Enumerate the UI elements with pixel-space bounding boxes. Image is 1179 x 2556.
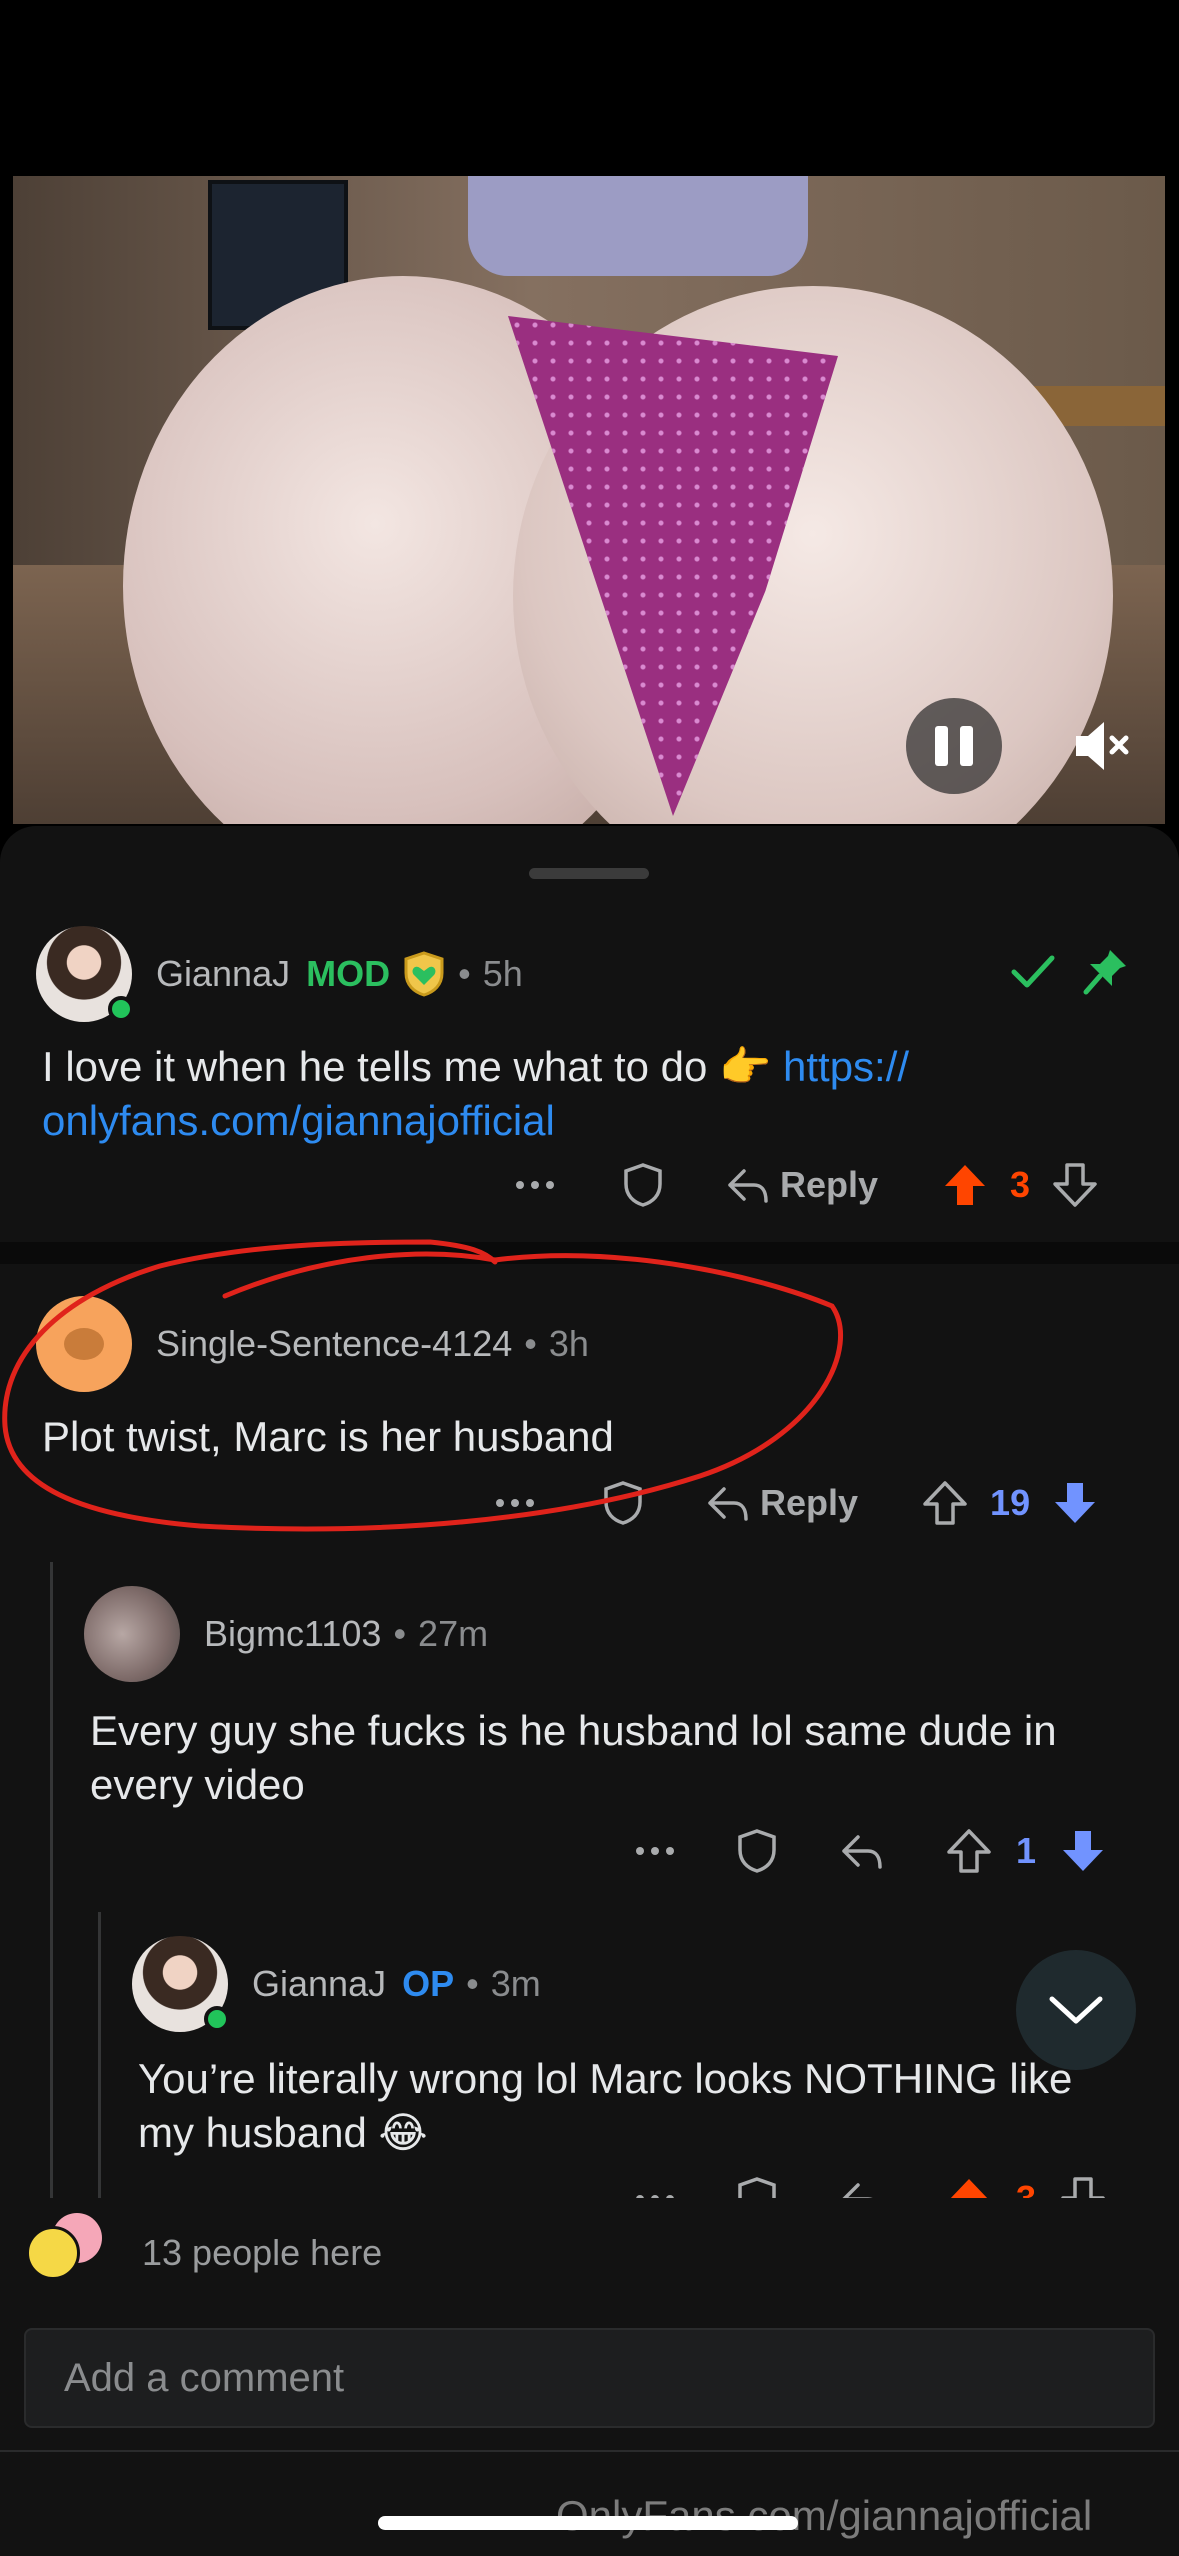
timestamp: 3h (548, 1323, 589, 1364)
scroll-down-button[interactable] (1016, 1950, 1136, 2070)
ellipsis-icon (636, 2195, 674, 2198)
mod-tools-button[interactable] (602, 1480, 644, 1526)
vote-score: 3 (1010, 1164, 1031, 1205)
shield-icon (738, 2177, 776, 2198)
more-options-button[interactable] (630, 1846, 680, 1856)
comment-divider (0, 1242, 1179, 1264)
ellipsis-icon (496, 1499, 534, 1507)
snoo-avatar-icon (26, 2226, 80, 2280)
reply-arrow-icon (728, 1169, 768, 1203)
ellipsis-icon (516, 1181, 554, 1189)
downvote-button[interactable] (1052, 1162, 1098, 1208)
comment-input[interactable] (64, 2355, 1153, 2401)
presence-count: 13 people here (142, 2232, 383, 2273)
reply-arrow-icon (842, 1835, 882, 1869)
upvote-arrow-icon (950, 2179, 988, 2198)
timestamp: 3m (490, 1963, 541, 2004)
vote-score: 3 (1016, 2178, 1036, 2198)
mod-tools-button[interactable] (736, 2176, 778, 2198)
drag-handle[interactable] (529, 868, 649, 879)
downvote-button[interactable] (1052, 1480, 1098, 1526)
more-options-button[interactable] (490, 1498, 540, 1508)
reply-button[interactable] (840, 2179, 884, 2198)
reply-button[interactable]: Reply (706, 1482, 858, 1524)
avatar[interactable] (132, 1936, 230, 2032)
video-frame-garment-top (468, 176, 808, 276)
downvote-arrow-icon (1063, 1831, 1104, 1871)
separator: • (393, 1613, 407, 1654)
comment-composer[interactable] (24, 2328, 1155, 2428)
upvote-button[interactable] (942, 1162, 988, 1208)
reply-button[interactable] (840, 1831, 884, 1871)
checkmark-icon (1011, 955, 1055, 988)
timestamp: 5h (482, 953, 523, 994)
vote-score: 19 (990, 1482, 1031, 1523)
upvote-arrow-icon (947, 1829, 991, 1873)
avatar[interactable] (36, 926, 134, 1022)
vote-score: 1 (1016, 1830, 1037, 1871)
online-status-icon (108, 996, 134, 1022)
comment-list[interactable]: GiannaJ MOD • 5h I love it when he tells… (0, 926, 1179, 2198)
more-options-button[interactable] (630, 2194, 680, 2198)
upvote-button[interactable] (946, 2176, 992, 2198)
reply-label: Reply (780, 1164, 879, 1205)
op-badge: OP (402, 1963, 455, 2004)
more-options-button[interactable] (510, 1180, 560, 1190)
reply-label: Reply (760, 1482, 859, 1523)
online-status-icon (204, 2006, 230, 2032)
timestamp: 27m (418, 1613, 489, 1654)
presence-indicator: 13 people here (26, 2213, 383, 2280)
pause-icon (935, 726, 948, 766)
comments-sheet: GiannaJ MOD • 5h I love it when he tells… (0, 826, 1179, 2556)
divider (0, 2450, 1179, 2452)
default-avatar[interactable] (36, 1296, 132, 1392)
downvote-arrow-icon (1055, 1483, 1096, 1523)
upvote-arrow-icon (923, 1481, 967, 1525)
reply-arrow-icon (708, 1487, 748, 1521)
separator: • (524, 1323, 537, 1364)
separator: • (458, 953, 471, 994)
username[interactable]: Bigmc1103 (204, 1613, 381, 1655)
mod-badge: MOD (306, 953, 391, 994)
watermark: OnlyFans.com/giannajofficial (556, 2492, 1093, 2539)
speaker-muted-icon[interactable] (1072, 718, 1132, 774)
username[interactable]: Single-Sentence-4124 (156, 1323, 512, 1365)
reply-button[interactable]: Reply (726, 1164, 878, 1206)
mod-shield-heart-icon (404, 951, 444, 997)
ellipsis-icon (636, 1847, 674, 1855)
shield-icon (624, 1163, 662, 1207)
comment-body: Plot twist, Marc is her husband (42, 1413, 614, 1460)
downvote-button[interactable] (1060, 1828, 1106, 1874)
downvote-button[interactable] (1060, 2176, 1106, 2198)
comment-body: Every guy she fucks is he husband lol sa… (90, 1707, 1057, 1808)
shield-icon (604, 1481, 642, 1525)
thread-line[interactable] (98, 1912, 101, 2198)
comment-body: I love it when he tells me what to do 👉 … (42, 1043, 910, 1144)
pin-icon (1083, 950, 1126, 995)
mod-tools-button[interactable] (736, 1828, 778, 1874)
shield-icon (738, 1829, 776, 1873)
reply-arrow-icon (842, 2183, 873, 2198)
comment-body: You’re literally wrong lol Marc looks NO… (138, 2055, 1073, 2156)
pause-button[interactable] (906, 698, 1002, 794)
downvote-arrow-icon (1053, 1163, 1097, 1207)
avatar[interactable] (84, 1586, 180, 1682)
thread-line[interactable] (50, 1562, 53, 2198)
upvote-button[interactable] (946, 1828, 992, 1874)
upvote-button[interactable] (922, 1480, 968, 1526)
mod-tools-button[interactable] (622, 1162, 664, 1208)
separator: • (466, 1963, 479, 2004)
chevron-down-icon (1049, 1996, 1103, 2024)
username[interactable]: GiannaJ (156, 953, 290, 995)
downvote-arrow-icon (1061, 2177, 1105, 2198)
upvote-arrow-icon (945, 1165, 986, 1205)
username[interactable]: GiannaJ (252, 1963, 386, 2005)
